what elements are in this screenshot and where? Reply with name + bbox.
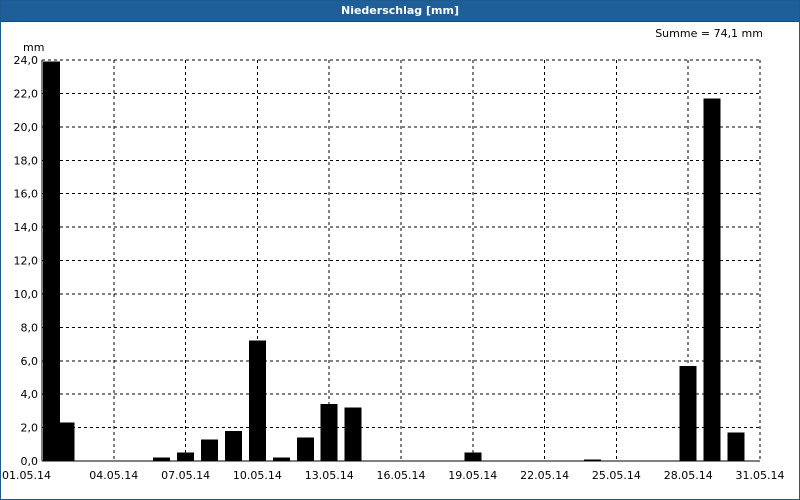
bar-29.05.14 (703, 98, 721, 461)
sum-total-label: Summe = 74,1 mm (655, 27, 763, 40)
y-tick-label: 0,0 (21, 455, 39, 468)
y-tick-label: 4,0 (21, 388, 39, 401)
bar-06.05.14 (153, 457, 171, 461)
grid-lines (42, 59, 761, 461)
y-tick-label: 16,0 (14, 188, 39, 201)
y-tick-label: 12,0 (14, 255, 39, 268)
tick-labels: 0,0 2,0 4,0 6,0 8,0 10,0 12,0 14,0 16,0 18,0 20,0 2… (2, 27, 784, 482)
bar-08.05.14 (201, 439, 219, 461)
x-tick-label: 19.05.14 (448, 469, 497, 482)
y-tick-label: 20,0 (14, 121, 39, 134)
y-tick-label: 2,0 (21, 422, 39, 435)
y-tick-label: 6,0 (21, 355, 39, 368)
bar-14.05.14 (344, 407, 362, 461)
chart-window: Niederschlag [mm] 0,0 2,0 4,0 6,0 8,0 10,0 12,… (0, 0, 800, 500)
x-tick-label: 31.05.14 (736, 469, 785, 482)
bar-30.05.14 (727, 432, 745, 461)
x-tick-label: 28.05.14 (664, 469, 713, 482)
bar-07.05.14 (177, 452, 195, 461)
x-tick-label: 07.05.14 (161, 469, 210, 482)
bar-28.05.14 (679, 365, 697, 461)
x-tick-label: 01.05.14 (2, 469, 51, 482)
bar-10.05.14 (248, 340, 266, 461)
y-tick-label: 18,0 (14, 154, 39, 167)
bar-19.05.14 (464, 452, 482, 461)
bar-02.05.14 (57, 422, 75, 461)
y-tick-label: 24,0 (14, 54, 39, 67)
bar-09.05.14 (224, 430, 242, 461)
x-tick-label: 22.05.14 (520, 469, 569, 482)
bar-13.05.14 (320, 404, 338, 461)
bar-series (43, 61, 745, 461)
bar-12.05.14 (296, 437, 314, 461)
x-tick-label: 04.05.14 (89, 469, 138, 482)
precipitation-chart: 0,0 2,0 4,0 6,0 8,0 10,0 12,0 14,0 16,0 18,0 20,0 2… (2, 27, 784, 482)
y-tick-label: 10,0 (14, 288, 39, 301)
y-tick-label: 22,0 (14, 87, 39, 100)
bar-11.05.14 (272, 457, 290, 461)
x-tick-label: 25.05.14 (592, 469, 641, 482)
x-tick-label: 13.05.14 (305, 469, 354, 482)
x-tick-label: 16.05.14 (377, 469, 426, 482)
y-tick-label: 14,0 (14, 221, 39, 234)
y-tick-label: 8,0 (21, 321, 39, 334)
x-tick-label: 10.05.14 (233, 469, 282, 482)
y-axis-unit-label: mm (23, 41, 44, 54)
bar-01.05.14 (43, 61, 60, 461)
